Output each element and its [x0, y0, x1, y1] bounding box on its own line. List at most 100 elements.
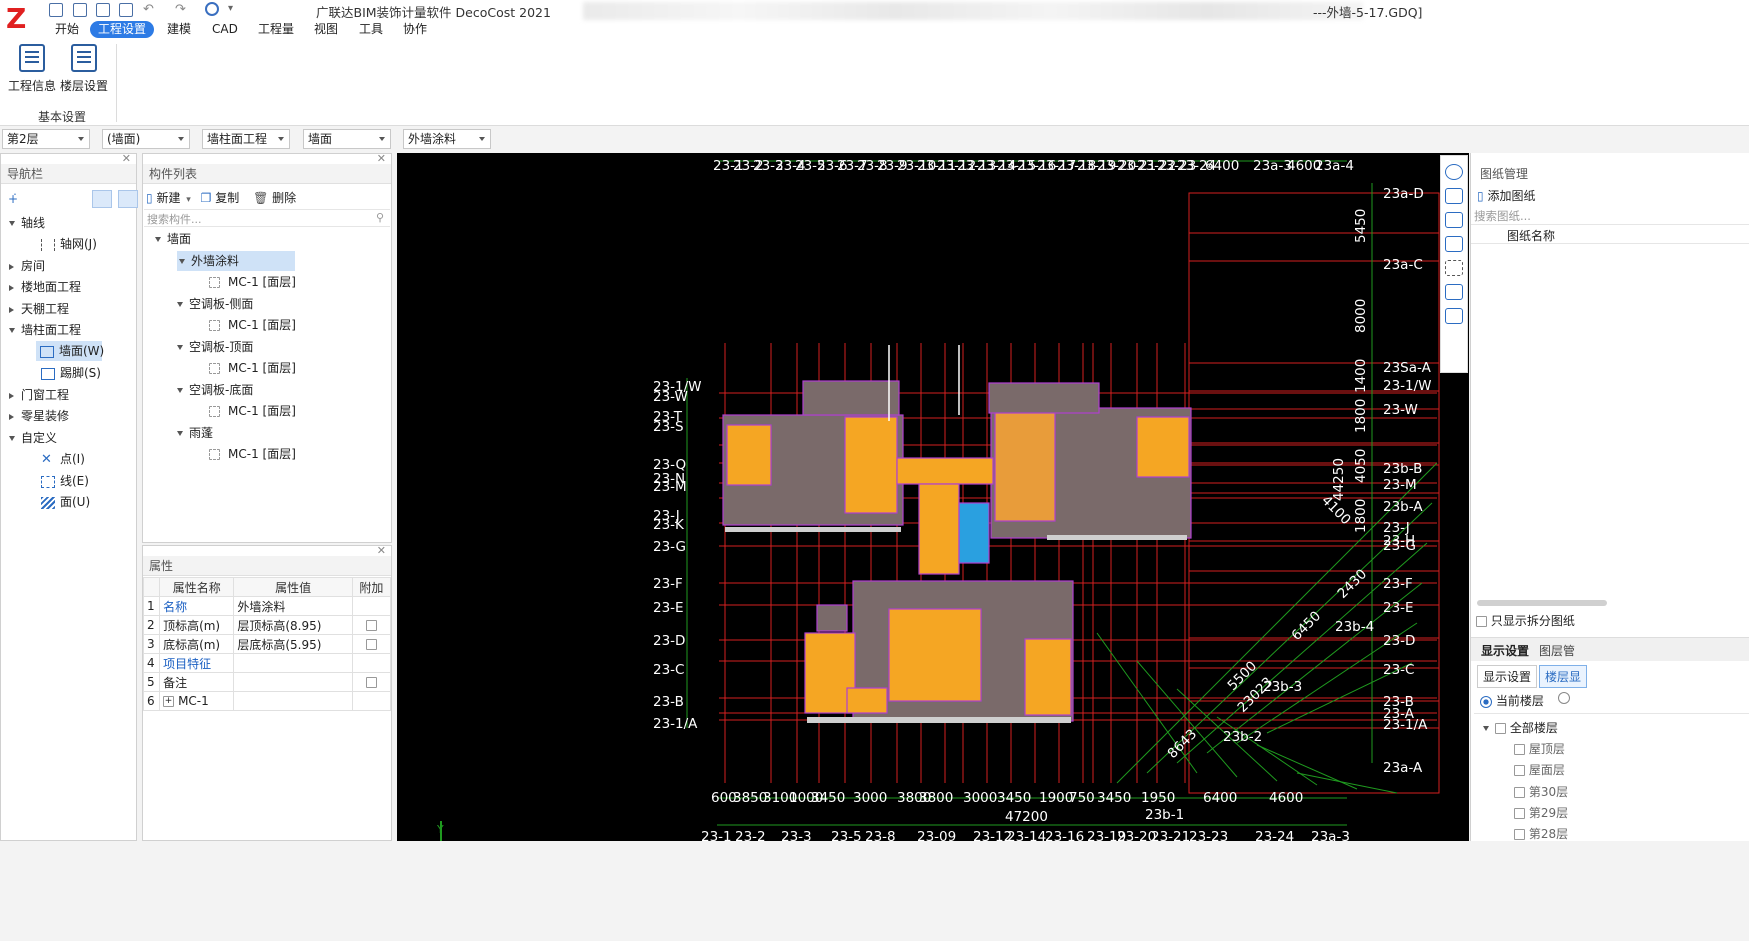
- floor-checkbox[interactable]: [1514, 744, 1525, 755]
- component-search[interactable]: 搜索构件... ⚲: [144, 209, 390, 227]
- save-icon[interactable]: [49, 3, 63, 17]
- nav-item-ceiling[interactable]: 天棚工程: [9, 299, 69, 319]
- only-split-checkbox[interactable]: [1476, 616, 1487, 627]
- quick-access-dropdown-icon[interactable]: ▾: [228, 3, 233, 14]
- redo-icon[interactable]: ↷: [175, 2, 186, 17]
- search-input[interactable]: 搜索构件...: [147, 211, 202, 227]
- component-group-ac-side[interactable]: 空调板-侧面: [177, 294, 253, 314]
- floor-checkbox[interactable]: [1514, 787, 1525, 798]
- delete-button[interactable]: 删除: [272, 191, 296, 205]
- list-view-icon[interactable]: [92, 190, 112, 208]
- component-group-canopy[interactable]: 雨蓬: [177, 423, 213, 443]
- nav-item-floor[interactable]: 楼地面工程: [9, 277, 81, 297]
- horizontal-scrollbar[interactable]: [1477, 600, 1607, 606]
- nav-item-surface[interactable]: 面(U): [41, 492, 90, 512]
- table-row[interactable]: 4 项目特征: [142, 653, 392, 673]
- nav-item-custom[interactable]: 自定义: [9, 428, 57, 448]
- table-row[interactable]: 6 + MC-1: [142, 691, 392, 711]
- add-icon[interactable]: +̇: [8, 192, 18, 206]
- search-icon[interactable]: ⚲: [376, 211, 384, 224]
- floor-checkbox[interactable]: [1514, 765, 1525, 776]
- menu-collaborate[interactable]: 协作: [395, 21, 435, 38]
- table-row[interactable]: 1 名称 外墙涂料: [142, 596, 392, 616]
- cloud-icon[interactable]: [205, 2, 219, 16]
- floor-item[interactable]: 第29层: [1514, 804, 1568, 821]
- table-row[interactable]: 2 顶标高(m) 层顶标高(8.95): [142, 615, 392, 635]
- floor-checkbox[interactable]: [1514, 808, 1525, 819]
- sub-select[interactable]: 墙面: [303, 129, 391, 149]
- chevron-down-icon[interactable]: ▾: [186, 195, 191, 205]
- floor-item[interactable]: 屋面层: [1514, 761, 1565, 778]
- nav-item-wall-column[interactable]: 墙柱面工程: [9, 320, 81, 340]
- expand-plus-icon[interactable]: +: [163, 696, 175, 707]
- cad-drawing[interactable]: Y23-123-223-323-423-523-623-723-823-923-…: [397, 153, 1469, 841]
- save-as-icon[interactable]: [119, 3, 133, 17]
- box-view-icon[interactable]: [1445, 212, 1463, 228]
- menu-project-settings[interactable]: 工程设置: [90, 21, 155, 38]
- component-item[interactable]: MC-1 [面层]: [209, 272, 296, 292]
- nav-item-wall-surface[interactable]: 墙面(W): [36, 341, 104, 361]
- tab-display-settings[interactable]: 显示设置: [1481, 642, 1529, 659]
- table-row[interactable]: 5 备注: [142, 672, 392, 692]
- tab-layer-manager[interactable]: 图层管: [1539, 642, 1575, 659]
- floor-item[interactable]: 第30层: [1514, 783, 1568, 800]
- nav-item-line[interactable]: 线(E): [41, 471, 89, 491]
- component-item[interactable]: MC-1 [面层]: [209, 444, 296, 464]
- category-select[interactable]: (墙面): [102, 129, 190, 149]
- new-button[interactable]: 新建: [156, 191, 180, 205]
- floor-item[interactable]: 屋顶层: [1514, 740, 1565, 757]
- menu-start[interactable]: 开始: [47, 21, 87, 38]
- extra-checkbox[interactable]: [365, 677, 377, 688]
- row-value[interactable]: [233, 653, 353, 673]
- floor-item[interactable]: 第28层: [1514, 825, 1568, 842]
- nav-item-baseboard[interactable]: 踢脚(S): [41, 363, 101, 383]
- fullscreen-icon[interactable]: [1445, 260, 1463, 276]
- component-root[interactable]: 墙面: [155, 229, 191, 249]
- component-view-icon[interactable]: [1445, 284, 1463, 300]
- extra-checkbox[interactable]: [365, 639, 377, 650]
- extra-checkbox[interactable]: [365, 620, 377, 631]
- nav-item-door-window[interactable]: 门窗工程: [9, 385, 69, 405]
- component-item[interactable]: MC-1 [面层]: [209, 315, 296, 335]
- component-group-exterior-paint[interactable]: 外墙涂料: [177, 251, 295, 271]
- row-value[interactable]: 层顶标高(8.95): [233, 615, 353, 635]
- cad-drawing-canvas[interactable]: Y 23-1 23-2 23-3 23-4 23-5 23-6 23-7 23-8 23-9 23-…: [397, 153, 1469, 841]
- component-item[interactable]: MC-1 [面层]: [209, 401, 296, 421]
- subtab-display-settings[interactable]: 显示设置: [1477, 665, 1538, 688]
- new-file-icon[interactable]: [73, 3, 87, 17]
- menu-view[interactable]: 视图: [306, 21, 346, 38]
- menu-modeling[interactable]: 建模: [159, 21, 199, 38]
- nav-item-axis-grid[interactable]: 轴网(J): [41, 234, 97, 254]
- all-floors-checkbox[interactable]: [1495, 723, 1506, 734]
- only-split-toggle[interactable]: 只显示拆分图纸: [1476, 612, 1575, 629]
- drawing-search-input[interactable]: 搜索图纸...: [1474, 208, 1531, 224]
- component-group-ac-bottom[interactable]: 空调板-底面: [177, 380, 253, 400]
- row-value[interactable]: [233, 691, 353, 711]
- menu-cad[interactable]: CAD: [204, 21, 246, 38]
- floor-settings-button[interactable]: 楼层设置: [58, 44, 110, 96]
- row-value[interactable]: [233, 672, 353, 692]
- all-floors-item[interactable]: 全部楼层: [1483, 719, 1558, 736]
- component-group-ac-top[interactable]: 空调板-顶面: [177, 337, 253, 357]
- detail-view-icon[interactable]: [118, 190, 138, 208]
- component-item[interactable]: MC-1 [面层]: [209, 358, 296, 378]
- nav-item-point[interactable]: ✕ 点(I): [41, 449, 85, 469]
- type-select[interactable]: 墙柱面工程: [202, 129, 290, 149]
- nav-item-room[interactable]: 房间: [9, 256, 45, 276]
- row-value[interactable]: 层底标高(5.95): [233, 634, 353, 654]
- nav-item-misc-decoration[interactable]: 零星装修: [9, 406, 69, 426]
- menu-tools[interactable]: 工具: [351, 21, 391, 38]
- layer-list-icon[interactable]: [1445, 308, 1463, 324]
- orbit-icon[interactable]: [1445, 164, 1463, 180]
- undo-icon[interactable]: ↶: [143, 2, 154, 17]
- component-select[interactable]: 外墙涂料: [403, 129, 491, 149]
- all-floor-radio[interactable]: [1558, 692, 1570, 704]
- menu-quantity[interactable]: 工程量: [250, 21, 302, 38]
- cube-icon[interactable]: [1445, 236, 1463, 252]
- 3d-view-icon[interactable]: [1445, 188, 1463, 204]
- table-row[interactable]: 3 底标高(m) 层底标高(5.95): [142, 634, 392, 654]
- project-info-button[interactable]: 工程信息: [6, 44, 58, 96]
- current-floor-radio[interactable]: 当前楼层: [1480, 692, 1544, 709]
- nav-item-axis[interactable]: 轴线: [9, 213, 45, 233]
- open-folder-icon[interactable]: [96, 3, 110, 17]
